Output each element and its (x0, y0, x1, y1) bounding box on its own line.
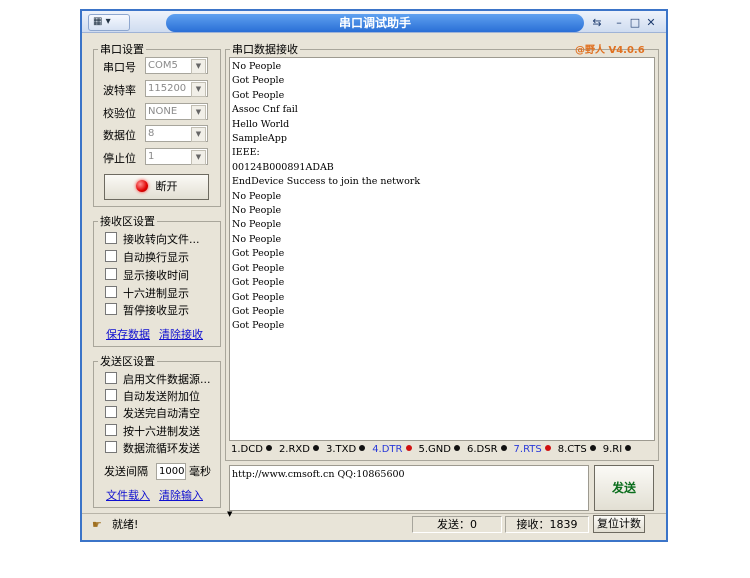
chevron-down-icon: ▼ (191, 105, 206, 120)
received-counter: 接收：1839 (505, 516, 589, 533)
signal-label: 4.DTR (372, 444, 403, 455)
port-select[interactable]: COM5 ▼ (145, 57, 208, 74)
signal-lamp-icon (589, 445, 596, 451)
chevron-down-icon: ▼ (191, 127, 206, 142)
signal-label: 5.GND (418, 444, 451, 455)
save-data-link[interactable]: 保存数据 (106, 326, 150, 342)
stopbits-select[interactable]: 1 ▼ (145, 148, 208, 165)
signal-label: 9.RI (602, 444, 623, 455)
show-time-checkbox[interactable]: 显示接收时间 (105, 268, 189, 284)
file-load-link[interactable]: 文件载入 (106, 487, 150, 503)
signal-lamp-icon (625, 445, 632, 451)
signal-rts: 7.RTS (514, 444, 551, 455)
hex-send-label: 按十六进制发送 (123, 425, 200, 438)
receive-settings-title: 接收区设置 (100, 215, 155, 228)
signal-dsr: 6.DSR (467, 444, 507, 455)
signal-ri: 9.RI (602, 444, 632, 455)
signal-lamp-icon (265, 445, 272, 451)
interval-input[interactable]: 1000 (156, 463, 186, 480)
signal-label: 7.RTS (513, 444, 542, 455)
parity-value: NONE (148, 106, 178, 117)
baud-select[interactable]: 115200 ▼ (145, 80, 208, 97)
auto-clear-checkbox[interactable]: 发送完自动清空 (105, 406, 200, 422)
signal-lamp-icon (544, 445, 551, 451)
parity-label: 校验位 (103, 107, 136, 120)
send-textarea[interactable]: http://www.cmsoft.cn QQ:10865600 (229, 465, 589, 511)
signal-label: 1.DCD (231, 444, 263, 455)
maximize-button[interactable]: □ (628, 15, 642, 31)
signal-dtr: 4.DTR (372, 444, 412, 455)
auto-wrap-checkbox[interactable]: 自动换行显示 (105, 250, 189, 266)
append-bit-checkbox[interactable]: 自动发送附加位 (105, 389, 200, 405)
auto-clear-label: 发送完自动清空 (123, 407, 200, 420)
signal-indicators: 1.DCD 2.RXD 3.TXD 4.DTR 5.GND 6.DSR 7.RTS 8.CTS… (229, 442, 655, 458)
recv-to-file-checkbox[interactable]: 接收转向文件... (105, 232, 200, 248)
stopbits-label: 停止位 (103, 152, 136, 165)
sent-counter: 发送：0 (412, 516, 502, 533)
parity-select[interactable]: NONE ▼ (145, 103, 208, 120)
interval-unit: 毫秒 (189, 465, 211, 478)
signal-label: 8.CTS (557, 444, 587, 455)
interval-label: 发送间隔 (104, 465, 148, 478)
databits-select[interactable]: 8 ▼ (145, 125, 208, 142)
chevron-down-icon: ▼ (191, 59, 206, 74)
minimize-button[interactable]: – (612, 15, 626, 31)
show-time-label: 显示接收时间 (123, 269, 189, 282)
signal-rxd: 2.RXD (279, 444, 319, 455)
receive-textarea[interactable]: No People Got People Got People Assoc Cn… (229, 57, 655, 441)
connect-label: 断开 (155, 180, 178, 193)
clear-receive-link[interactable]: 清除接收 (159, 326, 203, 342)
version-label: @野人 V4.0.6 (575, 45, 645, 56)
file-source-checkbox[interactable]: 启用文件数据源... (105, 372, 211, 388)
auto-wrap-label: 自动换行显示 (123, 251, 189, 264)
pause-display-checkbox[interactable]: 暂停接收显示 (105, 303, 189, 319)
port-label: 串口号 (103, 61, 136, 74)
loop-send-label: 数据流循环发送 (123, 442, 200, 455)
baud-label: 波特率 (103, 84, 136, 97)
append-bit-label: 自动发送附加位 (123, 390, 200, 403)
stopbits-value: 1 (148, 151, 155, 162)
signal-label: 6.DSR (466, 444, 498, 455)
loop-send-checkbox[interactable]: 数据流循环发送 (105, 441, 200, 457)
file-source-label: 启用文件数据源... (123, 373, 211, 386)
window-menu-icon: ▦ ▾ (93, 16, 111, 27)
pause-display-label: 暂停接收显示 (123, 304, 189, 317)
signal-gnd: 5.GND (419, 444, 460, 455)
signal-lamp-icon (359, 445, 366, 451)
databits-value: 8 (148, 128, 155, 139)
status-icon: ☛ (92, 518, 102, 531)
serial-settings-title: 串口设置 (100, 43, 144, 56)
reset-count-button[interactable]: 复位计数 (593, 515, 645, 533)
baud-value: 115200 (148, 83, 187, 94)
signal-label: 2.RXD (278, 444, 310, 455)
receive-area-title: 串口数据接收 (232, 43, 298, 56)
port-status-lamp-icon (135, 180, 148, 192)
resize-grip-icon: ▼ (227, 510, 233, 518)
signal-label: 3.TXD (325, 444, 357, 455)
clear-input-link[interactable]: 清除输入 (159, 487, 203, 503)
hex-send-checkbox[interactable]: 按十六进制发送 (105, 424, 200, 440)
close-button[interactable]: ✕ (644, 15, 658, 31)
system-menu-button[interactable]: ▦ ▾ (88, 14, 130, 31)
signal-dcd: 1.DCD (231, 444, 272, 455)
signal-txd: 3.TXD (325, 444, 366, 455)
port-value: COM5 (148, 60, 178, 71)
signal-cts: 8.CTS (558, 444, 596, 455)
databits-label: 数据位 (103, 129, 136, 142)
send-button[interactable]: 发送 (594, 465, 654, 511)
recv-to-file-label: 接收转向文件... (123, 233, 200, 246)
hex-display-checkbox[interactable]: 十六进制显示 (105, 286, 189, 302)
chevron-down-icon: ▼ (191, 150, 206, 165)
restore-icon[interactable]: ⇆ (588, 15, 606, 31)
open-close-port-button[interactable]: 断开 (104, 174, 209, 200)
signal-lamp-icon (453, 445, 460, 451)
chevron-down-icon: ▼ (191, 82, 206, 97)
window-title: 串口调试助手 (166, 14, 584, 32)
hex-display-label: 十六进制显示 (123, 287, 189, 300)
signal-lamp-icon (312, 445, 319, 451)
status-text: 就绪! (112, 518, 139, 531)
signal-lamp-icon (405, 445, 412, 451)
signal-lamp-icon (500, 445, 507, 451)
send-settings-title: 发送区设置 (100, 355, 155, 368)
